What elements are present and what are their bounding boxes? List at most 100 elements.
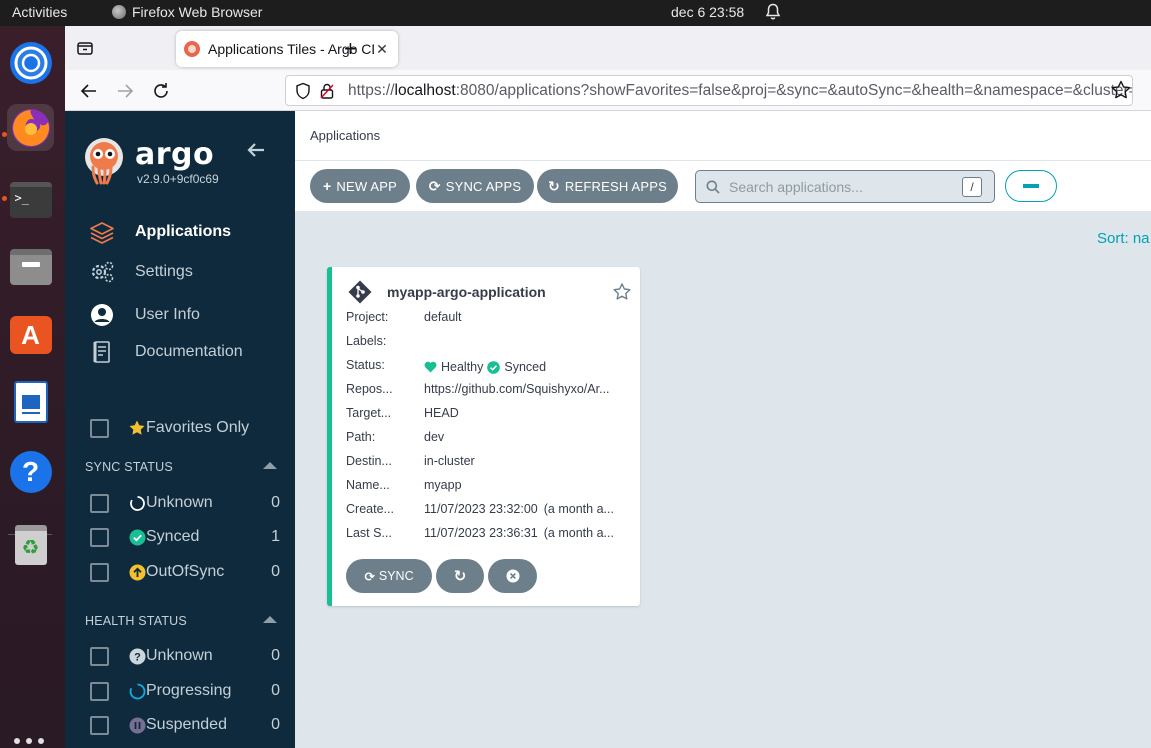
terminal-icon[interactable]: >_ — [7, 176, 54, 223]
sync-apps-button[interactable]: ⟳ SYNC APPS — [416, 169, 534, 203]
app-sync-button[interactable]: ⟳ SYNC — [346, 559, 432, 593]
chrome-icon[interactable] — [7, 39, 54, 86]
browser-nav-bar: https://localhost:8080/applications?show… — [65, 70, 1151, 111]
firefox-icon[interactable] — [7, 104, 54, 151]
browser-tab[interactable]: Applications Tiles - Argo CD ✕ — [176, 31, 398, 67]
health-progressing-count: 0 — [271, 682, 280, 699]
insecure-lock-icon[interactable] — [320, 83, 334, 99]
sync-filter-outofsync[interactable]: OutOfSync 0 — [90, 560, 280, 584]
list-all-tabs-icon[interactable] — [75, 38, 95, 58]
health-status-heading[interactable]: HEALTH STATUS — [85, 614, 277, 628]
forward-icon[interactable] — [114, 80, 136, 102]
sync-unknown-count: 0 — [271, 494, 280, 511]
sync-apps-label: SYNC APPS — [445, 178, 522, 194]
browser-tab-strip: Applications Tiles - Argo CD ✕ + — [65, 26, 1151, 70]
argo-version: v2.9.0+9cf0c69 — [137, 172, 219, 186]
libreoffice-writer-icon[interactable] — [7, 378, 54, 425]
activities-button[interactable]: Activities — [12, 4, 67, 20]
clock[interactable]: dec 6 23:58 — [671, 4, 744, 20]
help-glyph: ? — [9, 450, 52, 493]
page-header: Applications — [295, 111, 1151, 161]
sort-dropdown[interactable]: Sort: na — [1097, 230, 1150, 247]
arrow-up-circle-icon — [128, 563, 146, 581]
gears-icon — [91, 261, 114, 283]
terminal-glyph: >_ — [9, 181, 52, 218]
nav-documentation[interactable]: Documentation — [89, 337, 243, 367]
favorites-only-filter[interactable]: Favorites Only — [90, 416, 280, 440]
health-progressing-label: Progressing — [146, 682, 232, 699]
writer-glyph — [13, 380, 48, 423]
sync-outofsync-checkbox[interactable] — [90, 562, 109, 582]
refresh-icon: ↻ — [547, 177, 560, 194]
search-icon — [706, 180, 720, 194]
refresh-apps-button[interactable]: ↻ REFRESH APPS — [537, 169, 678, 203]
sync-outofsync-label: OutOfSync — [146, 563, 225, 580]
collapse-caret-icon[interactable] — [263, 462, 277, 469]
sync-synced-label: Synced — [146, 528, 200, 545]
app-sync-label: SYNC — [378, 569, 414, 583]
sync-status-heading[interactable]: SYNC STATUS — [85, 460, 277, 474]
app-delete-button[interactable] — [488, 559, 537, 593]
sync-filter-synced[interactable]: Synced 1 — [90, 525, 280, 549]
sync-filter-unknown[interactable]: Unknown 0 — [90, 491, 280, 515]
favorites-only-label: Favorites Only — [146, 419, 250, 436]
refresh-icon: ↻ — [453, 568, 467, 585]
health-progressing-checkbox[interactable] — [90, 681, 109, 701]
health-filter-progressing[interactable]: Progressing 0 — [90, 679, 280, 703]
health-filter-suspended[interactable]: Suspended 0 — [90, 713, 280, 737]
search-shortcut-hint: / — [962, 176, 982, 197]
application-tile[interactable]: myapp-argo-application Project: default L… — [327, 267, 640, 606]
new-tab-icon[interactable]: + — [344, 36, 357, 62]
nav-documentation-label: Documentation — [135, 343, 243, 360]
url-text: https://localhost:8080/applications?show… — [348, 81, 1132, 99]
health-suspended-checkbox[interactable] — [90, 715, 109, 735]
url-host: localhost — [394, 81, 456, 99]
question-circle-icon: ? — [128, 647, 146, 665]
collapse-caret-icon[interactable] — [263, 616, 277, 623]
show-apps-icon[interactable] — [14, 738, 46, 748]
layers-icon — [90, 222, 114, 244]
health-unknown-label: Unknown — [146, 647, 213, 664]
back-icon[interactable] — [78, 80, 100, 102]
app-field-repo: Repos... https://github.com/Squishyxo/Ar.… — [346, 382, 610, 396]
bell-icon[interactable] — [765, 3, 781, 21]
sync-synced-checkbox[interactable] — [90, 527, 109, 547]
svg-text:?: ? — [134, 651, 141, 663]
url-bar[interactable]: https://localhost:8080/applications?show… — [285, 75, 1133, 106]
argo-octopus-logo — [85, 138, 123, 185]
health-suspended-count: 0 — [271, 716, 280, 733]
files-icon[interactable] — [7, 243, 54, 290]
health-unknown-checkbox[interactable] — [90, 646, 109, 666]
ubuntu-dock: >_ A ? ♻ — [0, 26, 65, 748]
running-indicator — [2, 132, 7, 137]
nav-settings-label: Settings — [135, 263, 193, 280]
collapse-sidebar-icon[interactable] — [245, 139, 267, 161]
app-field-labels: Labels: — [346, 334, 387, 348]
app-name[interactable]: myapp-argo-application — [387, 284, 546, 300]
bookmark-star-icon[interactable] — [1110, 79, 1132, 101]
breadcrumb-applications[interactable]: Applications — [310, 128, 380, 143]
circle-notch-icon — [128, 494, 146, 512]
app-center-icon[interactable]: A — [7, 311, 54, 358]
favorites-checkbox[interactable] — [90, 418, 109, 438]
reload-icon[interactable] — [150, 80, 172, 102]
user-circle-icon — [91, 304, 113, 326]
help-icon[interactable]: ? — [7, 448, 54, 495]
nav-settings[interactable]: Settings — [89, 257, 193, 287]
trash-icon[interactable]: ♻ — [7, 521, 54, 568]
nav-applications[interactable]: Applications — [89, 217, 231, 247]
health-filter-unknown[interactable]: ? Unknown 0 — [90, 644, 280, 668]
nav-user-info[interactable]: User Info — [89, 300, 200, 330]
new-app-button[interactable]: + NEW APP — [310, 169, 410, 203]
argo-favicon — [184, 41, 200, 57]
close-tab-icon[interactable]: ✕ — [374, 41, 390, 58]
search-input[interactable] — [729, 178, 962, 195]
pause-circle-icon — [128, 716, 146, 734]
app-menu[interactable]: Firefox Web Browser — [112, 4, 262, 20]
view-toggle-button[interactable] — [1005, 170, 1057, 202]
search-box[interactable]: / — [695, 170, 995, 203]
tracking-shield-icon[interactable] — [294, 82, 312, 100]
app-refresh-button[interactable]: ↻ — [436, 559, 484, 593]
favorite-star-icon[interactable] — [612, 282, 632, 302]
sync-unknown-checkbox[interactable] — [90, 493, 109, 513]
